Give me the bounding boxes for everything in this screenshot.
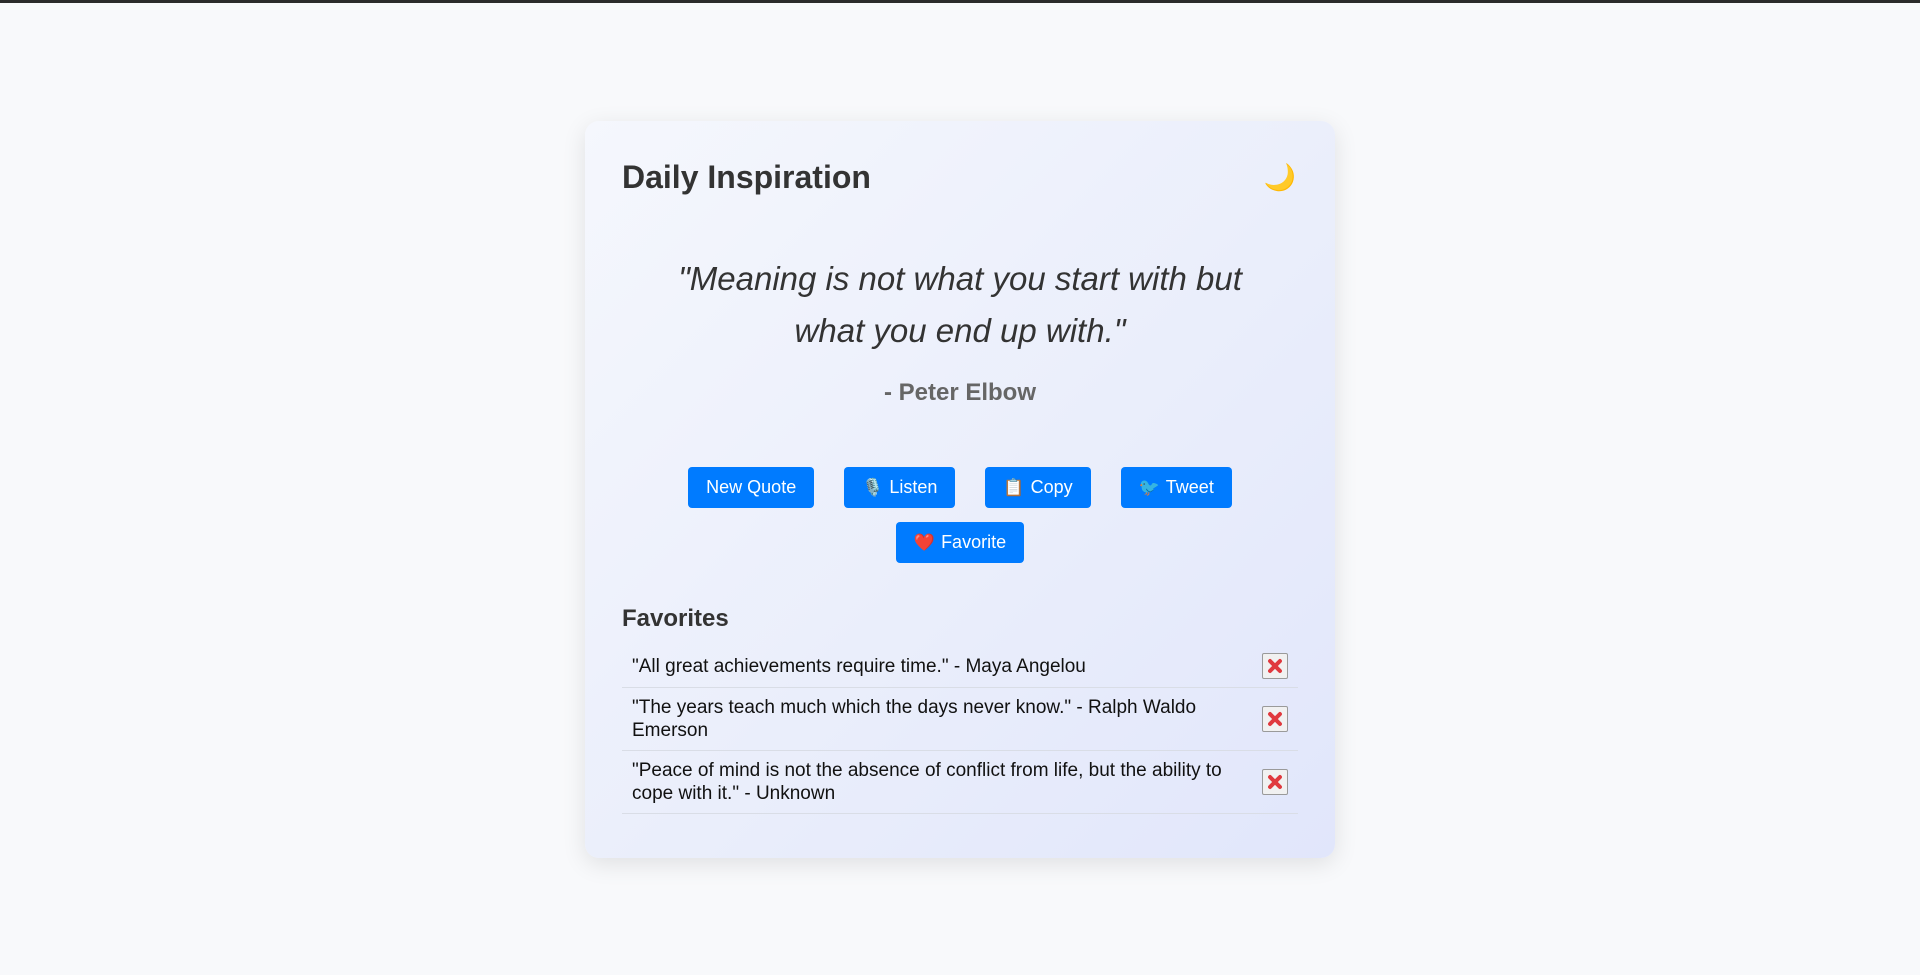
list-item: "The years teach much which the days nev…	[622, 688, 1298, 751]
new-quote-label: New Quote	[706, 477, 797, 497]
favorite-quote-text: "Peace of mind is not the absence of con…	[632, 760, 1222, 804]
listen-label: Listen	[889, 477, 938, 497]
favorite-quote-text: "The years teach much which the days nev…	[632, 697, 1197, 741]
listen-button[interactable]: 🎙️ Listen	[844, 467, 956, 508]
clipboard-icon: 📋	[1003, 477, 1025, 497]
quote-author: - Peter Elbow	[883, 379, 1037, 406]
list-item: "All great achievements require time." -…	[622, 645, 1298, 688]
tweet-button[interactable]: 🐦 Tweet	[1120, 467, 1232, 508]
copy-label: Copy	[1030, 477, 1073, 497]
favorite-quote-text: "All great achievements require time." -…	[632, 655, 1086, 677]
app-title: Daily Inspiration	[622, 158, 871, 195]
tweet-label: Tweet	[1165, 477, 1214, 497]
favorite-label: Favorite	[941, 532, 1007, 552]
favorites-list: "All great achievements require time." -…	[622, 645, 1298, 814]
heart-icon: ❤️	[913, 532, 936, 552]
close-icon[interactable]	[1262, 769, 1288, 795]
quote-card: Daily Inspiration 🌙 "Meaning is not what…	[585, 121, 1335, 858]
copy-button[interactable]: 📋 Copy	[985, 467, 1091, 508]
top-border	[0, 0, 1920, 3]
quote-text: "Meaning is not what you start with but …	[678, 260, 1242, 349]
favorite-button[interactable]: ❤️ Favorite	[895, 522, 1025, 563]
microphone-icon: 🎙️	[862, 477, 884, 497]
close-icon[interactable]	[1262, 653, 1288, 679]
close-icon[interactable]	[1262, 706, 1288, 732]
new-quote-button[interactable]: New Quote	[688, 467, 815, 508]
list-item: "Peace of mind is not the absence of con…	[622, 751, 1298, 814]
moon-icon[interactable]: 🌙	[1264, 164, 1296, 190]
card-header: Daily Inspiration 🌙	[622, 157, 1298, 197]
action-buttons: New Quote 🎙️ Listen 📋 Copy 🐦 Tweet ❤️ Fa…	[662, 467, 1258, 563]
favorites-heading: Favorites	[622, 605, 729, 632]
bird-icon: 🐦	[1138, 477, 1160, 497]
